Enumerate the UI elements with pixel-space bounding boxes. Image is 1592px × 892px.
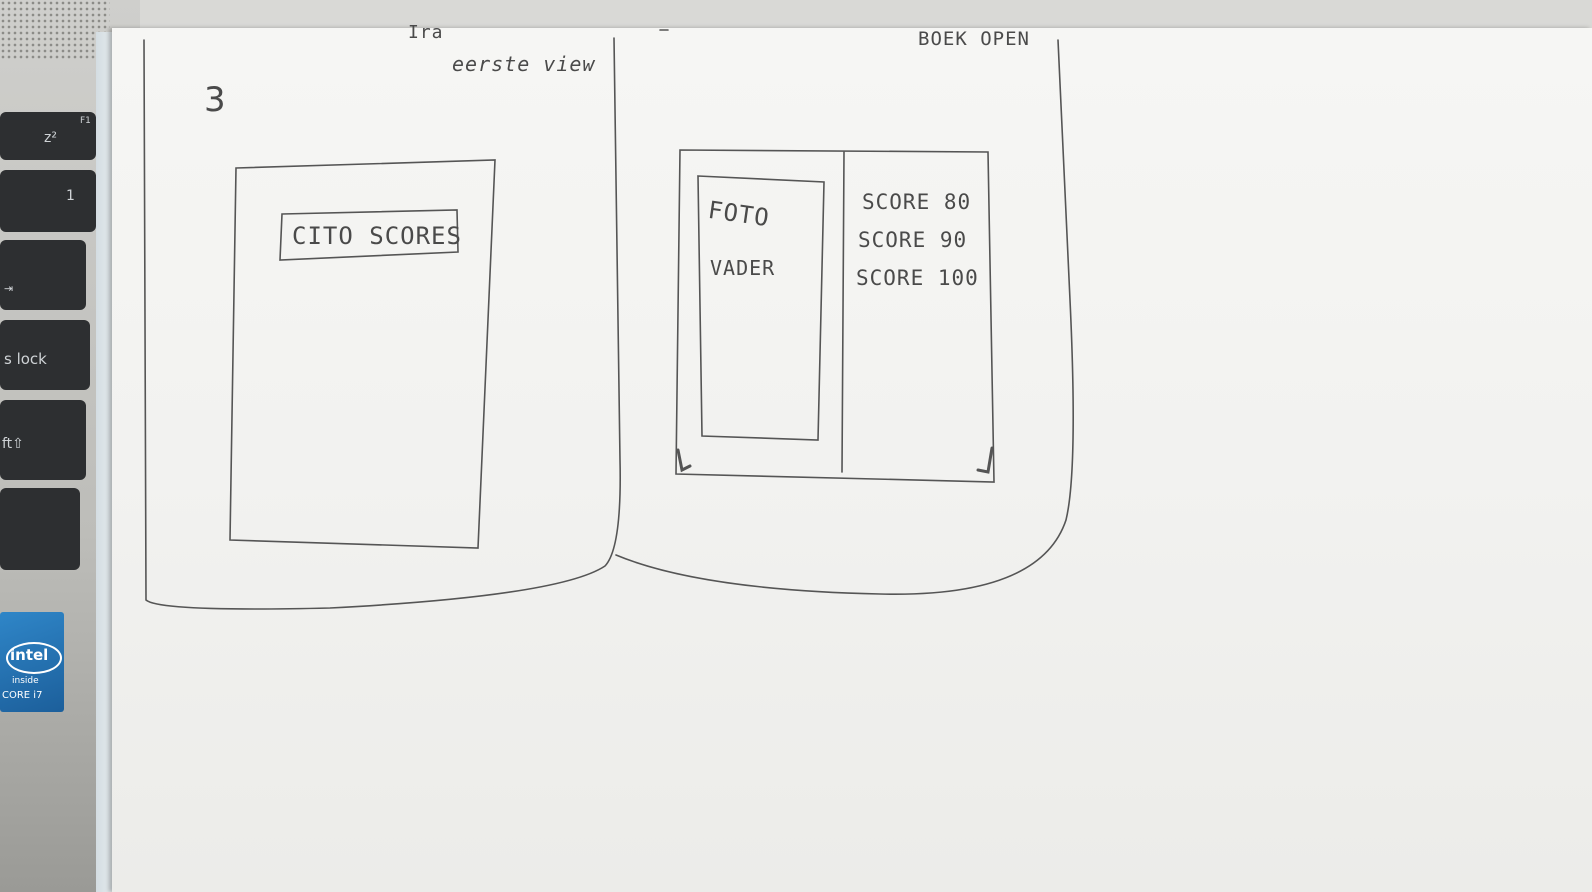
top-mark-text: Ira	[408, 22, 444, 43]
score-item: SCORE 80	[862, 190, 972, 214]
score-item: SCORE 100	[856, 266, 979, 290]
photo-label-line2: VADER	[710, 256, 776, 280]
page-corner-right	[976, 446, 994, 474]
wireframe-sketch	[143, 29, 1074, 610]
book-spine	[841, 151, 845, 473]
phone-screen-first-view	[229, 159, 496, 549]
right-frame-outline	[615, 39, 1074, 595]
first-view-caption: eerste view	[452, 52, 596, 76]
page-number: 3	[204, 80, 227, 120]
book-open-caption: BOEK OPEN	[918, 28, 1030, 50]
cito-scores-button[interactable]: CITO SCORES	[292, 222, 462, 250]
page-corner-left	[676, 448, 692, 473]
score-item: SCORE 90	[858, 228, 968, 252]
left-frame-outline	[143, 37, 622, 610]
